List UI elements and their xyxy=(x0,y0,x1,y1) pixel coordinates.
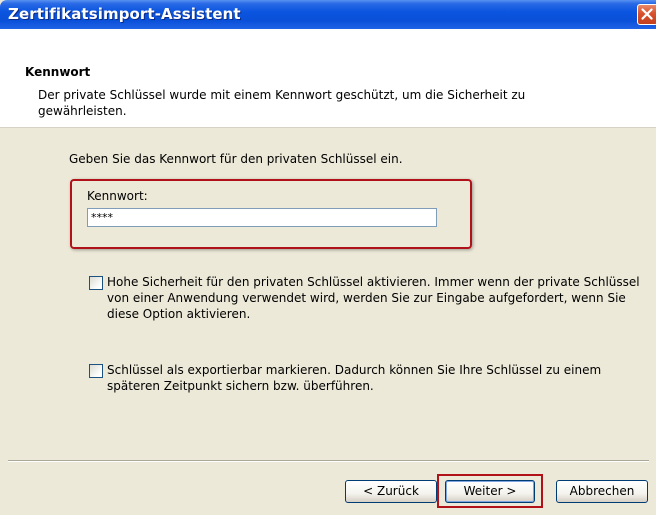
password-label: Kennwort: xyxy=(87,189,148,203)
window-title: Zertifikatsimport-Assistent xyxy=(8,5,241,23)
back-button[interactable]: < Zurück xyxy=(345,480,437,503)
strong-protection-label: Hohe Sicherheit für den privaten Schlüss… xyxy=(107,275,640,321)
password-field[interactable]: **** xyxy=(87,208,437,227)
exportable-checkbox[interactable] xyxy=(89,364,103,378)
page-title: Kennwort xyxy=(25,65,91,79)
cancel-button[interactable]: Abbrechen xyxy=(556,480,648,503)
next-button[interactable]: Weiter > xyxy=(445,480,535,503)
page-description: Der private Schlüssel wurde mit einem Ke… xyxy=(38,88,526,118)
password-prompt: Geben Sie das Kennwort für den privaten … xyxy=(69,152,403,166)
close-icon xyxy=(641,8,653,20)
exportable-label: Schlüssel als exportierbar markieren. Da… xyxy=(107,363,602,393)
close-button[interactable] xyxy=(637,4,656,25)
strong-protection-checkbox[interactable] xyxy=(89,276,103,290)
footer-divider xyxy=(8,460,649,462)
title-bar: Zertifikatsimport-Assistent xyxy=(0,0,656,29)
